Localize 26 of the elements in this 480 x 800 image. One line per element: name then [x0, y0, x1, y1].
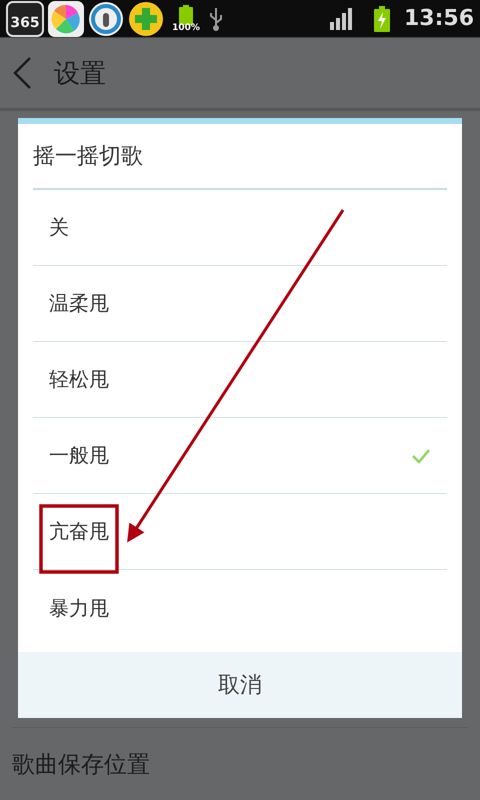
signal-icon [330, 8, 354, 30]
back-icon[interactable] [12, 56, 32, 90]
option-label: 轻松甩 [49, 366, 109, 393]
option-label: 亢奋甩 [49, 518, 109, 545]
battery-icon [179, 4, 193, 24]
option-item[interactable]: 亢奋甩 [33, 494, 447, 570]
option-item[interactable]: 暴力甩 [33, 570, 447, 646]
option-item[interactable]: 关 [33, 190, 447, 266]
calendar-number-label: 365 [10, 14, 40, 30]
charging-battery-icon [374, 6, 390, 32]
option-label: 一般甩 [49, 442, 109, 469]
clock-time: 13:56 [404, 6, 474, 31]
option-item[interactable]: 温柔甩 [33, 266, 447, 342]
option-item[interactable]: 轻松甩 [33, 342, 447, 418]
plus-circle-icon [128, 0, 164, 36]
battery-percent: 100% [172, 22, 200, 32]
dialog-title: 摇一摇切歌 [33, 143, 143, 171]
page-title: 设置 [54, 58, 106, 90]
option-label: 关 [49, 214, 69, 241]
lock-circle-icon [88, 0, 124, 36]
option-label: 温柔甩 [49, 290, 109, 317]
cancel-button[interactable]: 取消 [18, 652, 462, 718]
usb-icon [208, 6, 224, 32]
option-item[interactable]: 一般甩 [33, 418, 447, 494]
option-label: 暴力甩 [49, 594, 109, 622]
pinwheel-icon [48, 0, 84, 36]
